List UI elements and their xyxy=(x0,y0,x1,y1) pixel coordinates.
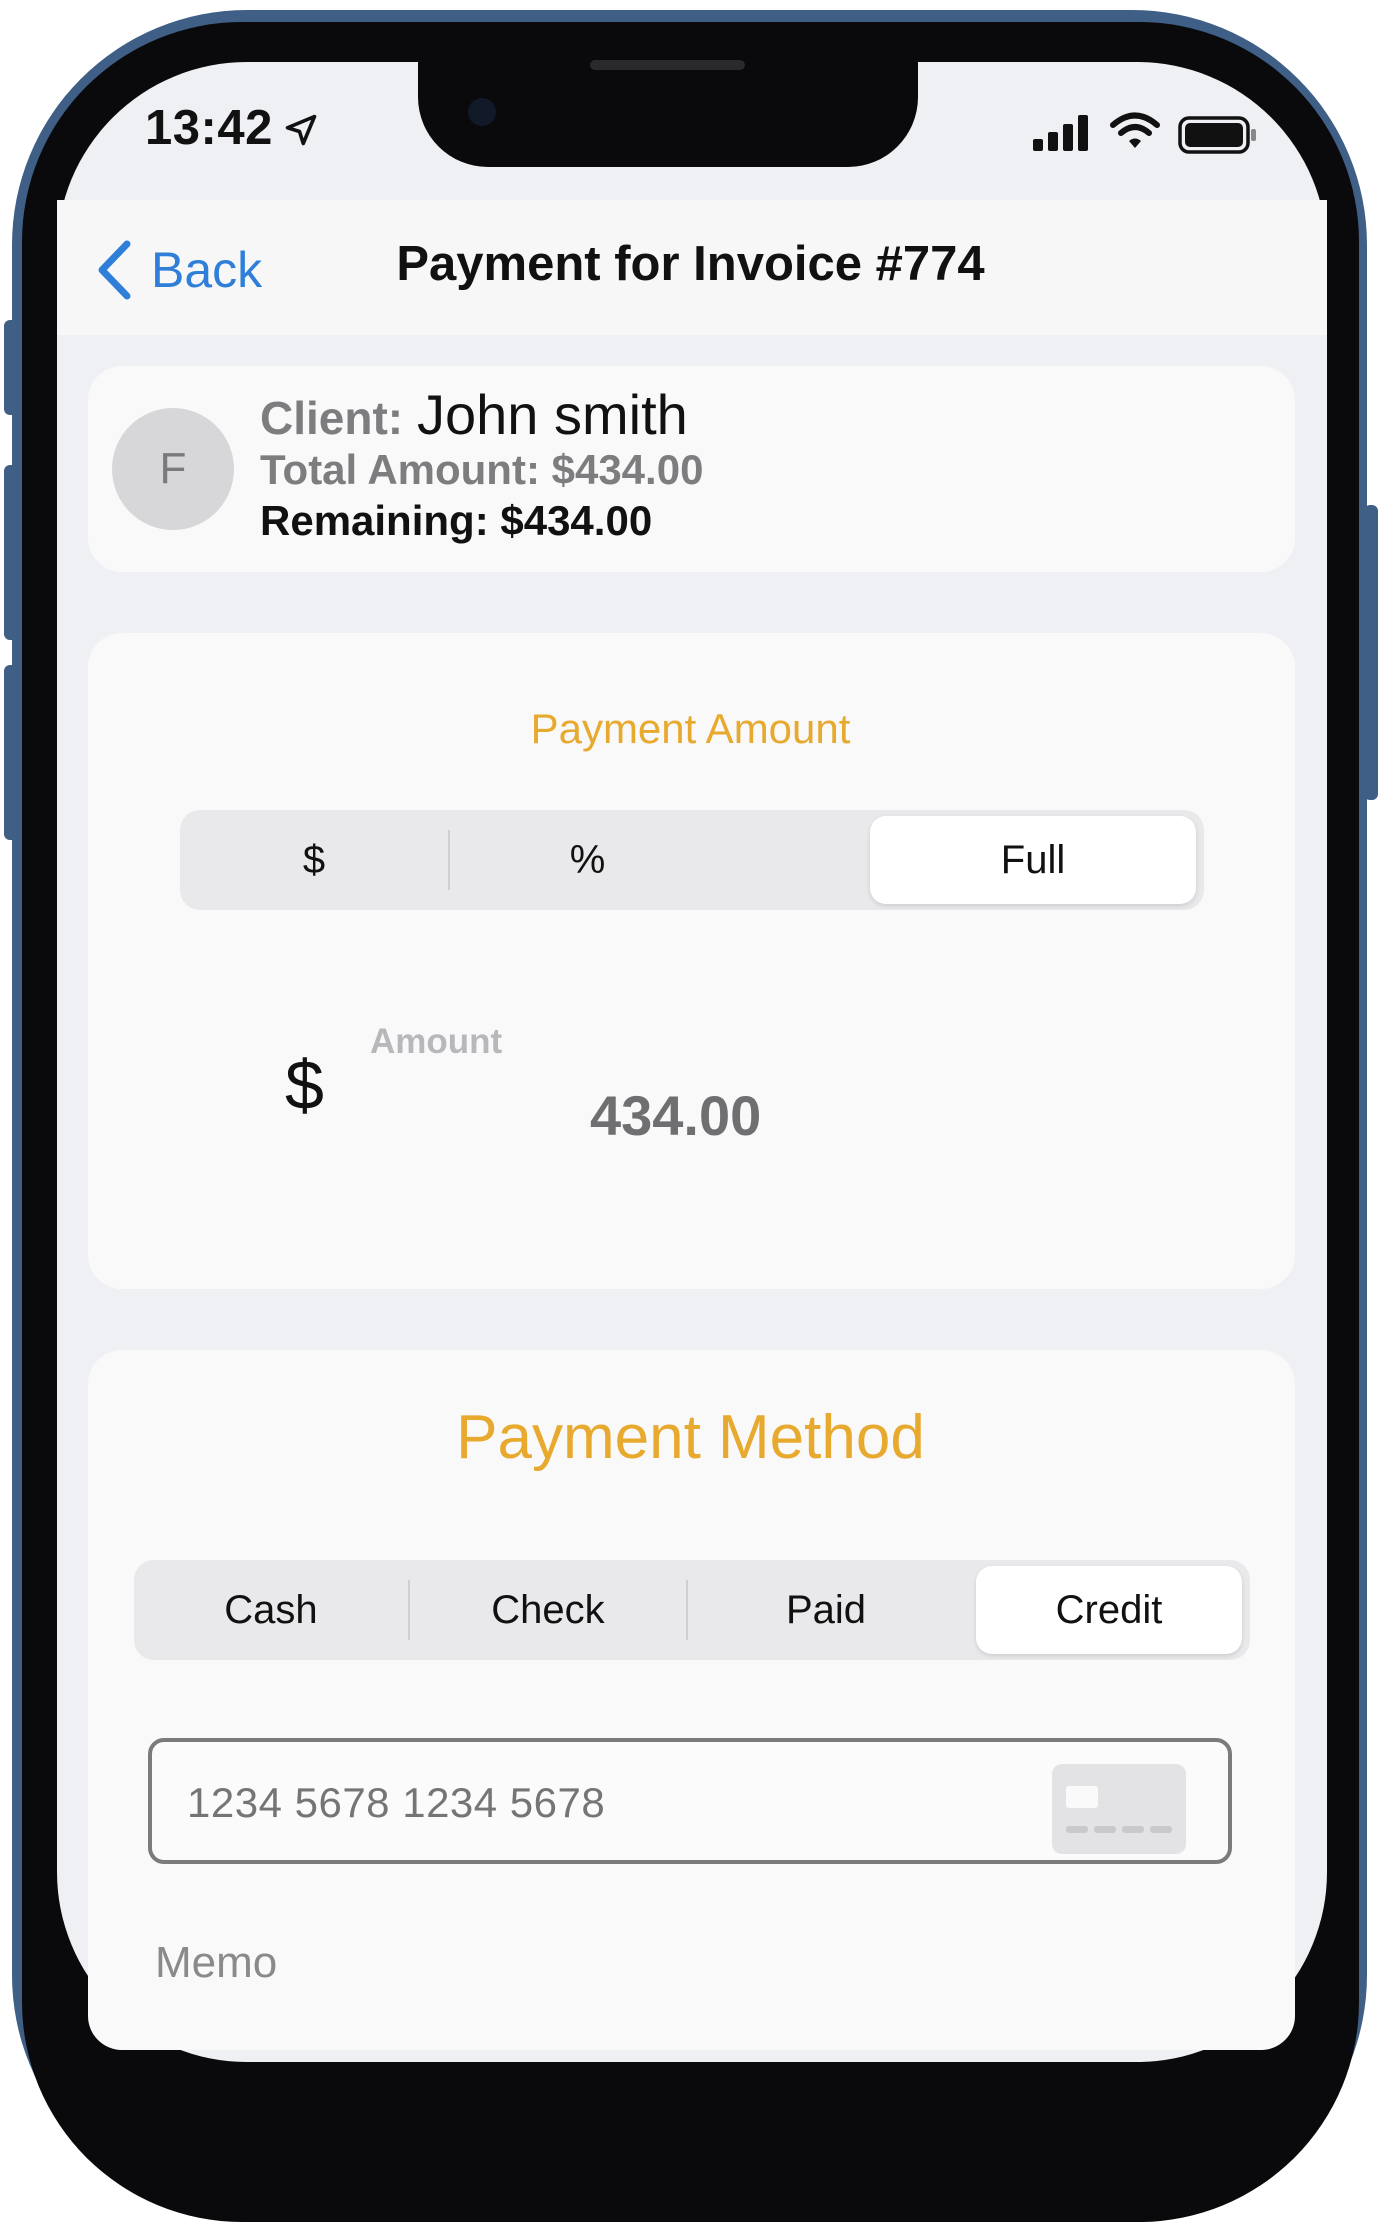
page-title: Payment for Invoice #774 xyxy=(396,237,985,291)
amount-input[interactable]: 434.00 xyxy=(590,1083,840,1148)
location-arrow-icon xyxy=(285,114,317,146)
amount-type-dollar[interactable]: $ xyxy=(180,810,448,910)
client-label: Client: xyxy=(260,392,404,444)
payment-method-segmented-control: Cash Check Paid Credit xyxy=(134,1560,1250,1660)
payment-method-title: Payment Method xyxy=(456,1403,925,1472)
front-camera xyxy=(468,98,496,126)
wifi-icon xyxy=(1110,112,1160,148)
method-paid[interactable]: Paid xyxy=(688,1560,964,1660)
avatar: F xyxy=(112,408,234,530)
volume-up-button xyxy=(4,465,18,640)
remaining-value: $434.00 xyxy=(500,497,653,544)
credit-card-icon xyxy=(1052,1764,1186,1854)
client-name: John smith xyxy=(417,383,688,446)
client-line: Client: John smith xyxy=(260,382,688,447)
card-number-input[interactable] xyxy=(185,1778,989,1828)
payment-amount-title: Payment Amount xyxy=(530,705,851,752)
method-check[interactable]: Check xyxy=(410,1560,686,1660)
earpiece-speaker xyxy=(590,60,745,70)
currency-symbol: $ xyxy=(285,1046,324,1124)
method-cash[interactable]: Cash xyxy=(134,1560,408,1660)
amount-field-label: Amount xyxy=(370,1022,503,1061)
amount-type-segmented-control: $ % Full xyxy=(180,810,1204,910)
remaining-label: Remaining: xyxy=(260,497,489,544)
power-button xyxy=(1364,505,1378,800)
amount-type-full[interactable]: Full xyxy=(870,816,1196,904)
battery-icon xyxy=(1178,116,1256,154)
cellular-signal-icon xyxy=(1033,115,1088,151)
mute-switch xyxy=(4,320,18,415)
status-time: 13:42 xyxy=(145,101,273,155)
memo-label: Memo xyxy=(155,1938,278,1987)
amount-type-percent[interactable]: % xyxy=(450,810,725,910)
total-amount-line: Total Amount: $434.00 xyxy=(260,446,703,494)
remaining-line: Remaining: $434.00 xyxy=(260,497,652,545)
total-amount-value: $434.00 xyxy=(551,446,704,493)
method-credit[interactable]: Credit xyxy=(976,1566,1242,1654)
total-amount-label: Total Amount: xyxy=(260,446,540,493)
